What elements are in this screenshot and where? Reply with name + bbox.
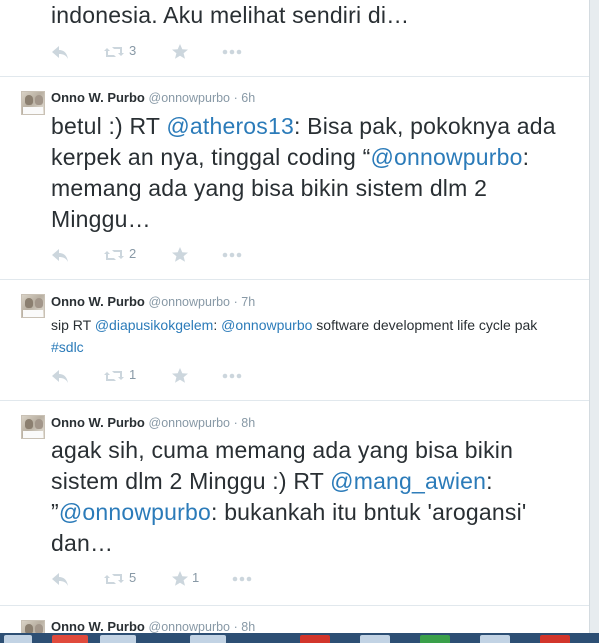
tweet-text-segment: software development life cycle pak	[312, 317, 538, 333]
reply-icon[interactable]	[51, 42, 69, 62]
taskbar-button[interactable]	[190, 635, 226, 643]
author-name[interactable]: Onno W. Purbo	[51, 619, 145, 634]
mention-link[interactable]: @mang_awien	[330, 468, 486, 494]
more-icon[interactable]	[221, 245, 243, 265]
retweet-count: 1	[129, 367, 137, 382]
reply-icon[interactable]	[51, 366, 69, 386]
more-icon[interactable]	[231, 569, 253, 589]
star-icon[interactable]	[171, 245, 189, 265]
tweet-time[interactable]: · 8h	[234, 416, 256, 430]
reply-icon[interactable]	[51, 569, 69, 589]
mention-link[interactable]: @onnowpurbo	[370, 144, 522, 170]
author-handle[interactable]: @onnowpurbo	[149, 416, 231, 430]
tweet-time[interactable]: · 7h	[234, 295, 256, 309]
author-handle[interactable]: @onnowpurbo	[149, 91, 231, 105]
tweet-text: sip RT @diapusikokgelem: @onnowpurbo sof…	[51, 314, 550, 358]
taskbar	[0, 633, 599, 643]
tweet-header: Onno W. Purbo @onnowpurbo · 8h	[51, 415, 255, 430]
mention-link[interactable]: @diapusikokgelem	[95, 317, 214, 333]
tweet[interactable]: indonesia. Aku melihat sendiri di… 3	[0, 0, 590, 77]
window-edge	[589, 0, 599, 643]
tweet-time[interactable]: · 6h	[234, 91, 256, 105]
tweet-text: betul :) RT @atheros13: Bisa pak, pokokn…	[51, 111, 574, 235]
more-icon[interactable]	[221, 42, 243, 62]
tweet-actions: 5 1	[51, 569, 271, 589]
retweet-icon[interactable]	[103, 42, 125, 62]
more-icon[interactable]	[221, 366, 243, 386]
hashtag-link[interactable]: #sdlc	[51, 339, 84, 355]
retweet-icon[interactable]	[103, 245, 125, 265]
author-handle[interactable]: @onnowpurbo	[149, 620, 231, 634]
author-handle[interactable]: @onnowpurbo	[149, 295, 231, 309]
tweet-text-segment: sip RT	[51, 317, 95, 333]
avatar[interactable]	[21, 415, 45, 439]
star-icon[interactable]	[171, 569, 189, 589]
retweet-count: 3	[129, 43, 137, 58]
taskbar-button[interactable]	[52, 635, 88, 643]
author-name[interactable]: Onno W. Purbo	[51, 294, 145, 309]
timeline-feed: indonesia. Aku melihat sendiri di… 3 Onn…	[0, 0, 590, 643]
taskbar-button[interactable]	[480, 635, 510, 643]
tweet-text-segment: :	[213, 317, 222, 333]
tweet-actions: 3	[51, 42, 271, 62]
tweet[interactable]: Onno W. Purbo @onnowpurbo · 7h sip RT @d…	[0, 280, 590, 401]
tweet-text: indonesia. Aku melihat sendiri di…	[51, 0, 574, 31]
retweet-icon[interactable]	[103, 366, 125, 386]
tweet-header: Onno W. Purbo @onnowpurbo · 8h	[51, 619, 255, 634]
reply-icon[interactable]	[51, 245, 69, 265]
retweet-count: 5	[129, 570, 137, 585]
tweet-text-segment: betul :) RT	[51, 113, 167, 139]
tweet[interactable]: Onno W. Purbo @onnowpurbo · 6h betul :) …	[0, 77, 590, 280]
tweet-text: agak sih, cuma memang ada yang bisa biki…	[51, 435, 582, 559]
tweet-time[interactable]: · 8h	[234, 620, 256, 634]
taskbar-button[interactable]	[4, 635, 32, 643]
taskbar-button[interactable]	[300, 635, 330, 643]
star-icon[interactable]	[171, 42, 189, 62]
tweet-text-segment: indonesia. Aku melihat sendiri di…	[51, 2, 410, 28]
avatar[interactable]	[21, 294, 45, 318]
taskbar-button[interactable]	[360, 635, 390, 643]
mention-link[interactable]: @onnowpurbo	[221, 317, 312, 333]
tweet-actions: 1	[51, 366, 271, 386]
tweet[interactable]: Onno W. Purbo @onnowpurbo · 8h agak sih,…	[0, 401, 590, 606]
taskbar-button[interactable]	[540, 635, 570, 643]
tweet-header: Onno W. Purbo @onnowpurbo · 7h	[51, 294, 255, 309]
mention-link[interactable]: @onnowpurbo	[59, 499, 211, 525]
tweet-header: Onno W. Purbo @onnowpurbo · 6h	[51, 90, 255, 105]
star-icon[interactable]	[171, 366, 189, 386]
retweet-count: 2	[129, 246, 137, 261]
retweet-icon[interactable]	[103, 569, 125, 589]
avatar[interactable]	[21, 91, 45, 115]
tweet-actions: 2	[51, 245, 271, 265]
mention-link[interactable]: @atheros13	[166, 113, 294, 139]
favorite-count: 1	[192, 570, 200, 585]
taskbar-button[interactable]	[100, 635, 136, 643]
author-name[interactable]: Onno W. Purbo	[51, 415, 145, 430]
taskbar-button[interactable]	[420, 635, 450, 643]
author-name[interactable]: Onno W. Purbo	[51, 90, 145, 105]
